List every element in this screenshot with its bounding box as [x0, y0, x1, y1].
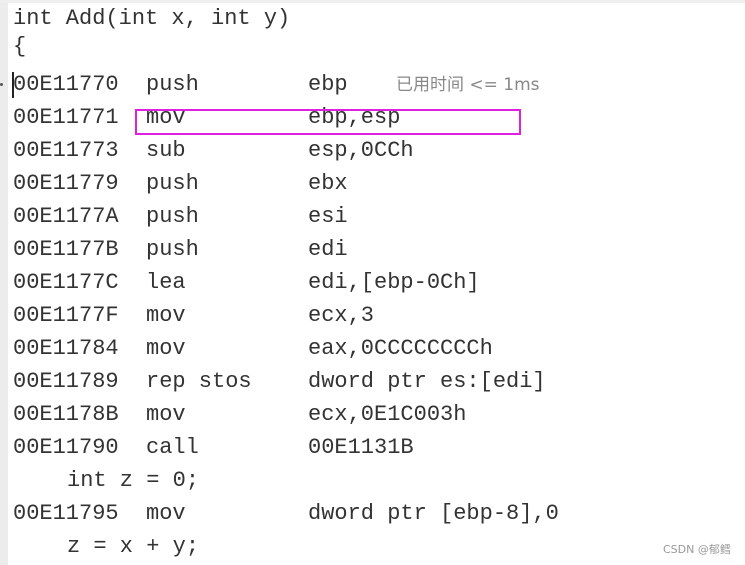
top-border [0, 0, 745, 3]
instruction-operands: ebp [308, 72, 348, 97]
instruction-operands: edi,[ebp-0Ch] [308, 270, 480, 295]
instruction-operands: esi [308, 204, 348, 229]
asm-row: 00E1177C lea edi,[ebp-0Ch] [0, 268, 745, 298]
instruction-address: 00E11784 [13, 336, 119, 361]
instruction-mnemonic: lea [146, 270, 186, 295]
instruction-operands: ebx [308, 171, 348, 196]
source-line: int Add(int x, int y) [0, 4, 745, 34]
source-text: int z = 0; [67, 468, 200, 493]
instruction-address: 00E11789 [13, 369, 119, 394]
instruction-operands: eax,0CCCCCCCCh [308, 336, 493, 361]
instruction-operands: 00E1131B [308, 435, 414, 460]
asm-row: 00E11770 push ebp 已用时间 <= 1ms [0, 70, 745, 100]
highlight-box [135, 109, 521, 135]
asm-row: 00E11779 push ebx [0, 169, 745, 199]
source-text: { [13, 34, 27, 59]
asm-row: 00E11773 sub esp,0CCh [0, 136, 745, 166]
source-line: int z = 0; [0, 466, 745, 496]
asm-row: 00E11784 mov eax,0CCCCCCCCh [0, 334, 745, 364]
asm-row: 00E1177A push esi [0, 202, 745, 232]
instruction-mnemonic: push [146, 72, 199, 97]
asm-row: 00E1177B push edi [0, 235, 745, 265]
asm-row: 00E11789 rep stos dword ptr es:[edi] [0, 367, 745, 397]
instruction-address: 00E1177C [13, 270, 119, 295]
watermark: CSDN @郁鳕 [663, 543, 731, 556]
instruction-mnemonic: sub [146, 138, 186, 163]
instruction-operands: dword ptr [ebp-8],0 [308, 501, 559, 526]
instruction-mnemonic: push [146, 171, 199, 196]
instruction-address: 00E11771 [13, 105, 119, 130]
instruction-mnemonic: push [146, 204, 199, 229]
instruction-address: 00E11790 [13, 435, 119, 460]
source-line: { [0, 32, 745, 62]
asm-row: 00E11790 call 00E1131B [0, 433, 745, 463]
asm-row: 00E1178B mov ecx,0E1C003h [0, 400, 745, 430]
source-text: int Add(int x, int y) [13, 6, 291, 31]
instruction-mnemonic: rep stos [146, 369, 252, 394]
elapsed-time-hint: 已用时间 <= 1ms [396, 75, 540, 95]
instruction-mnemonic: mov [146, 402, 186, 427]
instruction-operands: dword ptr es:[edi] [308, 369, 546, 394]
instruction-address: 00E11795 [13, 501, 119, 526]
instruction-address: 00E1177B [13, 237, 119, 262]
instruction-operands: ecx,0E1C003h [308, 402, 467, 427]
asm-row: 00E1177F mov ecx,3 [0, 301, 745, 331]
instruction-address: 00E1177F [13, 303, 119, 328]
instruction-mnemonic: call [146, 435, 199, 460]
instruction-address: 00E1177A [13, 204, 119, 229]
instruction-mnemonic: push [146, 237, 199, 262]
instruction-mnemonic: mov [146, 501, 186, 526]
instruction-operands: ecx,3 [308, 303, 375, 328]
instruction-address: 00E11770 [13, 72, 119, 97]
instruction-operands: esp,0CCh [308, 138, 414, 163]
source-line: z = x + y; [0, 532, 745, 562]
text-cursor [12, 72, 14, 98]
instruction-address: 00E11779 [13, 171, 119, 196]
instruction-mnemonic: mov [146, 336, 186, 361]
asm-row: 00E11795 mov dword ptr [ebp-8],0 [0, 499, 745, 529]
instruction-address: 00E1178B [13, 402, 119, 427]
instruction-mnemonic: mov [146, 303, 186, 328]
source-text: z = x + y; [67, 534, 200, 559]
instruction-address: 00E11773 [13, 138, 119, 163]
instruction-operands: edi [308, 237, 348, 262]
